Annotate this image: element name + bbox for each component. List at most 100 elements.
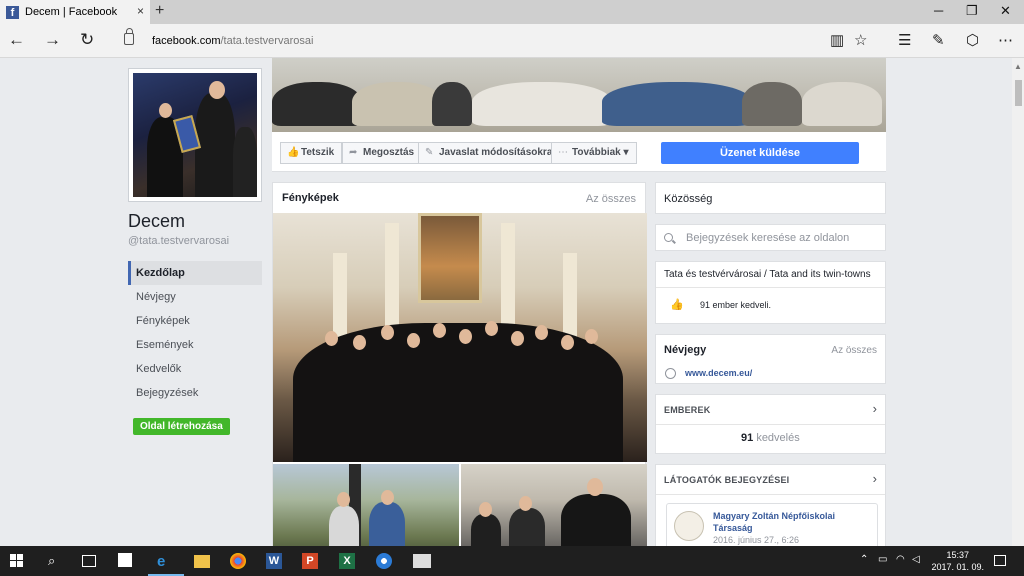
favorite-star-icon[interactable]: ☆ xyxy=(854,31,867,49)
task-view-icon[interactable] xyxy=(82,555,96,567)
facebook-favicon-icon: f xyxy=(6,5,19,19)
suggest-label: Javaslat módosításokra xyxy=(439,147,553,158)
cover-photo[interactable] xyxy=(272,58,886,132)
wifi-icon[interactable]: ◠ xyxy=(896,554,905,565)
page-scrollbar[interactable]: ▲ xyxy=(1012,58,1024,546)
caret-down-icon: ▾ xyxy=(623,147,629,158)
side-nav-about[interactable]: Névjegy xyxy=(128,285,262,309)
system-clock[interactable]: 15:37 2017. 01. 09. xyxy=(931,549,984,573)
page-info-card: Tata és testvérvárosai / Tata and its tw… xyxy=(655,261,886,324)
photos-title[interactable]: Fényképek xyxy=(282,192,339,204)
chrome-icon[interactable] xyxy=(230,553,246,569)
share-button[interactable]: ➦ Megosztás xyxy=(342,142,423,164)
visitors-caption[interactable]: LÁTOGATÓK BEJEGYZÉSEI xyxy=(664,475,789,485)
clock-date: 2017. 01. 09. xyxy=(931,562,984,572)
visitor-posts-card: LÁTOGATÓK BEJEGYZÉSEI › Magyary Zoltán N… xyxy=(655,464,886,546)
about-card: Névjegy Az összes www.decem.eu/ xyxy=(655,334,886,384)
forward-icon[interactable]: → xyxy=(44,30,61,50)
app-icon[interactable] xyxy=(376,553,392,569)
about-see-all-link[interactable]: Az összes xyxy=(831,345,877,356)
edge-browser-icon[interactable]: e xyxy=(157,553,173,570)
side-nav-likes[interactable]: Kedvelők xyxy=(128,357,262,381)
people-caption[interactable]: EMBEREK xyxy=(664,405,710,415)
reading-view-icon[interactable]: ▥ xyxy=(830,31,844,49)
refresh-icon[interactable]: ↻ xyxy=(80,30,94,50)
website-link[interactable]: www.decem.eu/ xyxy=(685,368,752,378)
restore-icon[interactable]: ❐ xyxy=(966,3,978,19)
battery-icon[interactable]: ▭ xyxy=(878,554,887,565)
page-search[interactable]: Bejegyzések keresése az oldalon xyxy=(655,224,886,251)
search-icon[interactable]: ⌕ xyxy=(48,553,64,569)
create-page-button[interactable]: Oldal létrehozása xyxy=(133,418,230,435)
side-nav-events[interactable]: Események xyxy=(128,333,262,357)
close-window-icon[interactable]: ✕ xyxy=(1000,3,1011,19)
photos-card: Fényképek Az összes xyxy=(272,182,647,546)
main-photo[interactable] xyxy=(273,213,647,462)
like-button[interactable]: 👍 Tetszik xyxy=(280,142,343,164)
minimize-icon[interactable]: ─ xyxy=(934,3,943,18)
url-field[interactable]: facebook.com/tata.testvervarosai xyxy=(152,35,313,47)
photos-see-all-link[interactable]: Az összes xyxy=(586,193,636,205)
scroll-thumb[interactable] xyxy=(1015,80,1022,106)
like-label: Tetszik xyxy=(301,147,335,158)
volume-icon[interactable]: ◁ xyxy=(912,554,920,565)
windows-taskbar: ⌕ e W P X ⌃ ▭ ◠ ◁ 15:37 2017. 01. 09. xyxy=(0,546,1024,576)
chevron-right-icon[interactable]: › xyxy=(873,401,877,416)
store-icon[interactable] xyxy=(118,553,132,567)
community-card[interactable]: Közösség xyxy=(655,182,886,214)
community-title: Közösség xyxy=(664,193,713,205)
visitor-avatar[interactable] xyxy=(674,511,704,541)
share-icon[interactable]: ⬡ xyxy=(966,31,979,49)
url-domain: facebook.com xyxy=(152,35,221,47)
facebook-page: Decem @tata.testvervarosai Kezdőlap Névj… xyxy=(0,58,1012,546)
about-title[interactable]: Névjegy xyxy=(664,344,706,356)
share-label: Megosztás xyxy=(363,147,415,158)
tab-close-icon[interactable]: × xyxy=(137,4,144,18)
pencil-icon: ✎ xyxy=(425,147,434,158)
url-path: /tata.testvervarosai xyxy=(220,35,314,47)
page-name[interactable]: Decem xyxy=(128,211,185,232)
people-likes[interactable]: 91 kedvelés xyxy=(741,432,800,444)
visitor-post[interactable]: Magyary Zoltán Népfőiskolai Társaság 201… xyxy=(666,503,878,546)
browser-tabbar: f Decem | Facebook × + ─ ❐ ✕ xyxy=(0,0,1024,24)
notifications-icon[interactable] xyxy=(994,555,1006,566)
scroll-up-icon[interactable]: ▲ xyxy=(1014,62,1022,71)
send-message-button[interactable]: Üzenet küldése xyxy=(661,142,859,164)
side-nav: Kezdőlap Névjegy Fényképek Események Ked… xyxy=(128,261,262,405)
powerpoint-icon[interactable]: P xyxy=(302,553,318,569)
more-label: Továbbiak xyxy=(572,147,621,158)
profile-picture[interactable] xyxy=(128,68,262,202)
suggest-edits-button[interactable]: ✎ Javaslat módosításokra xyxy=(418,142,561,164)
photo-thumbnail[interactable] xyxy=(461,464,647,546)
tray-chevron-icon[interactable]: ⌃ xyxy=(860,554,868,565)
excel-icon[interactable]: X xyxy=(339,553,355,569)
visitor-name[interactable]: Magyary Zoltán Népfőiskolai Társaság xyxy=(713,510,873,534)
start-windows-icon[interactable] xyxy=(10,553,26,569)
web-note-icon[interactable]: ✎ xyxy=(932,31,945,49)
more-dropdown-button[interactable]: ⋯ Továbbiak ▾ xyxy=(551,142,637,164)
search-input[interactable]: Bejegyzések keresése az oldalon xyxy=(686,232,849,244)
browser-tab[interactable]: f Decem | Facebook × xyxy=(0,0,150,24)
hub-icon[interactable]: ☰ xyxy=(898,31,911,49)
back-icon[interactable]: ← xyxy=(8,30,25,50)
search-icon xyxy=(664,233,673,242)
more-menu-icon[interactable]: ⋯ xyxy=(998,31,1013,49)
thumbs-up-icon: 👍 xyxy=(287,147,300,158)
photo-thumbnail[interactable] xyxy=(273,464,459,546)
likes-count-text[interactable]: 91 ember kedveli. xyxy=(700,300,771,310)
chevron-right-icon[interactable]: › xyxy=(873,471,877,486)
side-nav-photos[interactable]: Fényképek xyxy=(128,309,262,333)
page-handle[interactable]: @tata.testvervarosai xyxy=(128,235,229,247)
video-editor-icon[interactable] xyxy=(413,554,431,568)
lock-icon xyxy=(124,28,134,45)
tab-title: Decem | Facebook xyxy=(25,6,118,18)
side-nav-posts[interactable]: Bejegyzések xyxy=(128,381,262,405)
new-tab-button[interactable]: + xyxy=(155,2,164,20)
people-count: 91 xyxy=(741,432,754,444)
file-explorer-icon[interactable] xyxy=(194,555,210,568)
visitor-date[interactable]: 2016. június 27., 6:26 xyxy=(713,535,799,545)
side-nav-home[interactable]: Kezdőlap xyxy=(128,261,262,285)
dots-icon: ⋯ xyxy=(558,147,568,158)
word-icon[interactable]: W xyxy=(266,553,282,569)
address-bar: ← → ↻ facebook.com/tata.testvervarosai ▥… xyxy=(0,24,1024,58)
